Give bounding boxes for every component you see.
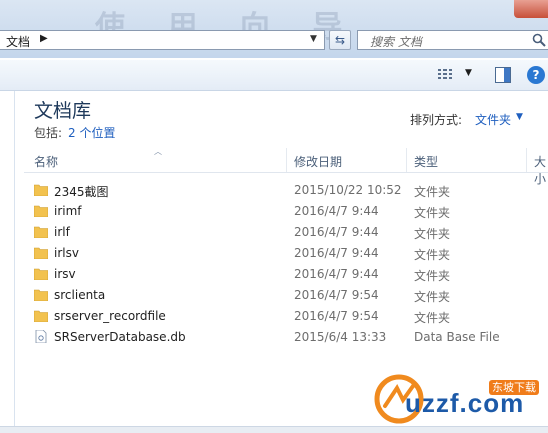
breadcrumb-chevron-icon[interactable]: ▶ (40, 33, 48, 44)
column-divider[interactable] (406, 148, 407, 172)
address-dropdown-icon[interactable]: ▼ (310, 34, 317, 44)
file-date: 2016/4/7 9:44 (294, 246, 379, 260)
file-date: 2016/4/7 9:54 (294, 288, 379, 302)
file-name: srserver_recordfile (54, 309, 166, 323)
file-type: 文件夹 (414, 248, 451, 262)
search-icon[interactable] (532, 33, 546, 47)
search-placeholder: 搜索 文档 (370, 35, 422, 49)
file-row[interactable]: irlf 2016/4/7 9:44 文件夹 (24, 222, 548, 243)
file-type: 文件夹 (414, 206, 451, 220)
file-type: 文件夹 (414, 269, 451, 283)
file-row[interactable]: srserver_recordfile 2016/4/7 9:54 文件夹 (24, 306, 548, 327)
file-name: irlsv (54, 246, 79, 260)
command-toolbar: ▼ ? (0, 60, 548, 91)
column-type[interactable]: 类型 (414, 153, 438, 170)
file-row[interactable]: irimf 2016/4/7 9:44 文件夹 (24, 201, 548, 222)
arrange-by-dropdown[interactable]: 文件夹 (475, 111, 511, 128)
file-icon (35, 330, 47, 343)
file-name: irlf (54, 225, 70, 239)
title-bar: 使 用 向 导 文档 ▶ ▼ ⇆ 搜索 文档 (0, 0, 548, 58)
address-bar[interactable]: 文档 ▶ ▼ (0, 30, 325, 50)
view-dropdown-icon[interactable]: ▼ (465, 68, 472, 78)
file-row[interactable]: srclienta 2016/4/7 9:54 文件夹 (24, 285, 548, 306)
file-name: SRServerDatabase.db (54, 330, 186, 344)
arrange-by-label: 排列方式: (410, 113, 463, 127)
folder-icon (34, 184, 48, 196)
search-input[interactable]: 搜索 文档 (357, 30, 548, 50)
library-title: 文档库 (34, 100, 92, 122)
file-row[interactable]: SRServerDatabase.db 2015/6/4 13:33 Data … (24, 327, 548, 348)
file-type: Data Base File (414, 330, 500, 344)
folder-icon (34, 205, 48, 217)
library-includes: 包括: 2 个位置 (34, 124, 116, 141)
includes-locations-link[interactable]: 2 个位置 (68, 126, 115, 140)
help-icon[interactable]: ? (527, 66, 545, 84)
file-row[interactable]: irlsv 2016/4/7 9:44 文件夹 (24, 243, 548, 264)
folder-icon (34, 289, 48, 301)
file-name: 2345截图 (54, 185, 109, 199)
preview-pane-icon[interactable] (495, 67, 511, 83)
column-headers: ︿ 名称 修改日期 类型 大小 (24, 147, 548, 186)
column-divider[interactable] (286, 148, 287, 172)
column-name[interactable]: 名称 (34, 153, 58, 170)
file-list: 2345截图 2015/10/22 10:52 文件夹 irimf 2016/4… (24, 180, 548, 348)
file-type: 文件夹 (414, 311, 451, 325)
column-divider[interactable] (526, 148, 527, 172)
file-name: srclienta (54, 288, 106, 302)
file-date: 2015/10/22 10:52 (294, 183, 402, 197)
close-button[interactable] (514, 0, 548, 18)
file-name: irsv (54, 267, 76, 281)
file-name: irimf (54, 204, 82, 218)
includes-label: 包括: (34, 126, 63, 140)
file-row[interactable]: irsv 2016/4/7 9:44 文件夹 (24, 264, 548, 285)
sort-ascending-icon: ︿ (154, 147, 162, 156)
file-type: 文件夹 (414, 290, 451, 304)
navigation-pane[interactable] (0, 91, 15, 432)
file-date: 2016/4/7 9:44 (294, 225, 379, 239)
folder-icon (34, 310, 48, 322)
file-type: 文件夹 (414, 185, 451, 199)
folder-icon (34, 226, 48, 238)
refresh-button[interactable]: ⇆ (329, 30, 351, 50)
change-view-icon[interactable] (438, 68, 456, 80)
file-type: 文件夹 (414, 227, 451, 241)
column-modified[interactable]: 修改日期 (294, 153, 342, 170)
file-date: 2016/4/7 9:44 (294, 204, 379, 218)
file-date: 2016/4/7 9:44 (294, 267, 379, 281)
file-date: 2016/4/7 9:54 (294, 309, 379, 323)
folder-icon (34, 247, 48, 259)
folder-icon (34, 268, 48, 280)
logo-text: uzzf.com (405, 388, 525, 418)
file-row[interactable]: 2345截图 2015/10/22 10:52 文件夹 (24, 180, 548, 201)
arrange-chevron-down-icon[interactable]: ▼ (516, 112, 523, 122)
breadcrumb-documents[interactable]: 文档 (6, 33, 30, 50)
file-date: 2015/6/4 13:33 (294, 330, 387, 344)
